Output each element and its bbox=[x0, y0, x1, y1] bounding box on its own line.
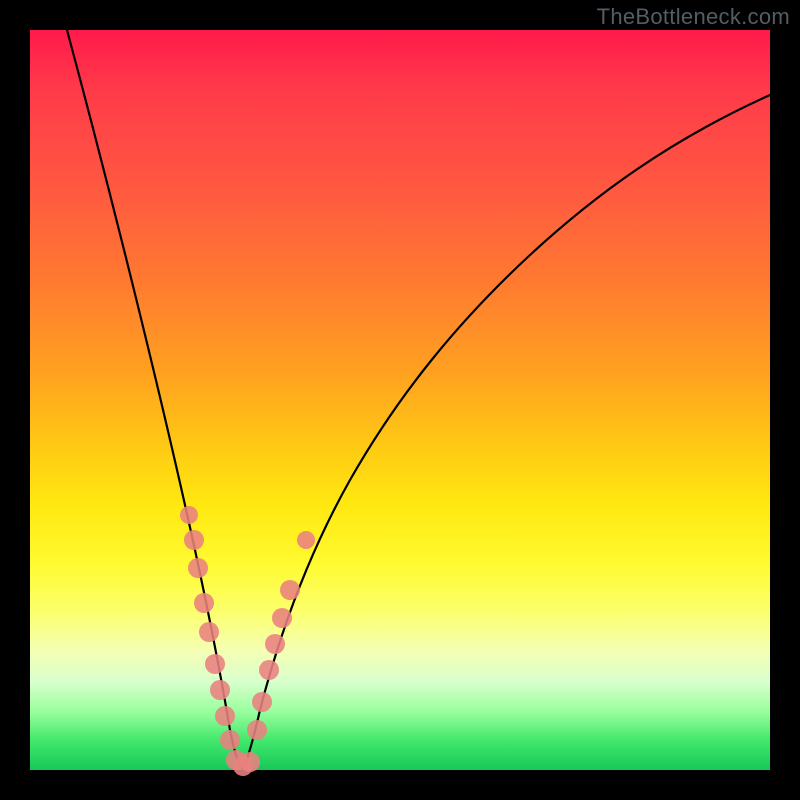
bottleneck-curve bbox=[67, 30, 770, 768]
cluster-left bbox=[180, 506, 240, 750]
chart-svg bbox=[30, 30, 770, 770]
watermark-text: TheBottleneck.com bbox=[597, 4, 790, 30]
chart-frame: TheBottleneck.com bbox=[0, 0, 800, 800]
cluster-basin bbox=[226, 750, 260, 776]
